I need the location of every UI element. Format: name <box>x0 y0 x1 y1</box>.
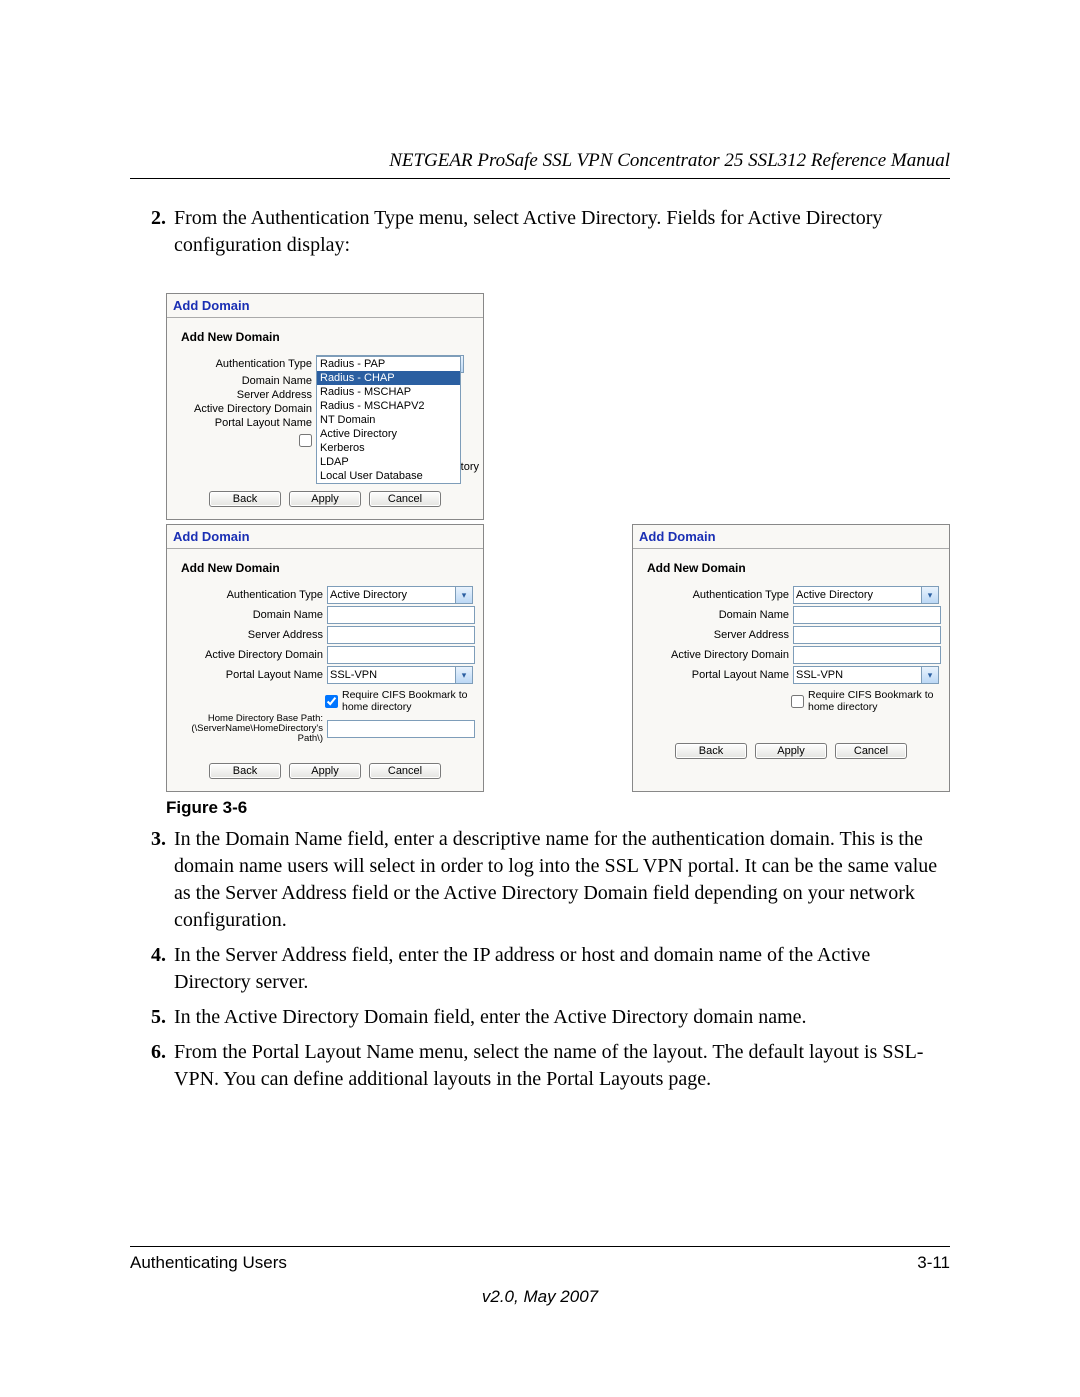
portal-layout-select[interactable]: SSL-VPN ▾ <box>327 666 473 684</box>
domain-name-input[interactable] <box>793 606 941 624</box>
label-domain-name: Domain Name <box>167 375 316 387</box>
panel-a-cifs-checkbox[interactable] <box>299 434 312 447</box>
panel-c: Add Domain Add New Domain Authentication… <box>632 524 950 792</box>
step-3: 3. In the Domain Name field, enter a des… <box>130 826 950 934</box>
chevron-down-icon: ▾ <box>455 667 472 683</box>
panel-b: Add Domain Add New Domain Authentication… <box>166 524 484 792</box>
header-rule <box>130 178 950 179</box>
dropdown-option[interactable]: Local User Database <box>317 469 460 483</box>
figure-3-6: Add Domain Add New Domain Authentication… <box>166 293 950 792</box>
dropdown-option[interactable]: Radius - MSCHAP <box>317 385 460 399</box>
step-5: 5. In the Active Directory Domain field,… <box>130 1004 950 1031</box>
ad-domain-input[interactable] <box>793 646 941 664</box>
auth-type-dropdown[interactable]: Radius - PAP Radius - CHAP Radius - MSCH… <box>316 356 461 484</box>
panel-b-section: Add New Domain <box>167 549 483 585</box>
step-2: 2. From the Authentication Type menu, se… <box>130 205 950 259</box>
label-server-addr: Server Address <box>167 389 316 401</box>
label-ad-domain: Active Directory Domain <box>167 403 316 415</box>
dropdown-option[interactable]: LDAP <box>317 455 460 469</box>
label-server-addr: Server Address <box>633 629 793 641</box>
step-2-text: From the Authentication Type menu, selec… <box>174 205 950 259</box>
portal-layout-select[interactable]: SSL-VPN ▾ <box>793 666 939 684</box>
label-ad-domain: Active Directory Domain <box>167 649 327 661</box>
auth-type-selected: Active Directory <box>796 589 873 601</box>
cifs-label: Require CIFS Bookmark to home directory <box>808 689 943 713</box>
cifs-checkbox[interactable] <box>791 695 804 708</box>
figure-caption: Figure 3-6 <box>166 798 950 818</box>
panel-c-title: Add Domain <box>633 525 949 549</box>
label-home-path: Home Directory Base Path: (\ServerName\H… <box>167 714 327 744</box>
label-ad-domain: Active Directory Domain <box>633 649 793 661</box>
step-3-text: In the Domain Name field, enter a descri… <box>174 826 950 934</box>
label-domain-name: Domain Name <box>167 609 327 621</box>
panel-c-section: Add New Domain <box>633 549 949 585</box>
step-2-number: 2. <box>130 205 174 232</box>
step-6: 6. From the Portal Layout Name menu, sel… <box>130 1039 950 1093</box>
label-portal: Portal Layout Name <box>167 669 327 681</box>
server-address-input[interactable] <box>793 626 941 644</box>
dropdown-option[interactable]: Radius - MSCHAPV2 <box>317 399 460 413</box>
server-address-input[interactable] <box>327 626 475 644</box>
step-4: 4. In the Server Address field, enter th… <box>130 942 950 996</box>
step-5-number: 5. <box>130 1004 174 1031</box>
portal-selected: SSL-VPN <box>796 669 843 681</box>
dropdown-option[interactable]: Radius - CHAP <box>317 371 460 385</box>
running-header: NETGEAR ProSafe SSL VPN Concentrator 25 … <box>130 150 950 172</box>
back-button[interactable]: Back <box>209 491 281 507</box>
label-portal: Portal Layout Name <box>633 669 793 681</box>
label-auth-type: Authentication Type <box>167 589 327 601</box>
dropdown-option[interactable]: NT Domain <box>317 413 460 427</box>
step-3-number: 3. <box>130 826 174 853</box>
apply-button[interactable]: Apply <box>289 491 361 507</box>
chevron-down-icon: ▾ <box>455 587 472 603</box>
step-5-text: In the Active Directory Domain field, en… <box>174 1004 950 1031</box>
label-auth-type: Authentication Type <box>633 589 793 601</box>
dropdown-option[interactable]: Active Directory <box>317 427 460 441</box>
footer-page-number: 3-11 <box>917 1253 950 1273</box>
cifs-label: Require CIFS Bookmark to home directory <box>342 689 477 713</box>
back-button[interactable]: Back <box>675 743 747 759</box>
cancel-button[interactable]: Cancel <box>835 743 907 759</box>
step-6-number: 6. <box>130 1039 174 1066</box>
chevron-down-icon: ▾ <box>921 587 938 603</box>
cancel-button[interactable]: Cancel <box>369 491 441 507</box>
chevron-down-icon: ▾ <box>921 667 938 683</box>
step-4-text: In the Server Address field, enter the I… <box>174 942 950 996</box>
panel-b-title: Add Domain <box>167 525 483 549</box>
apply-button[interactable]: Apply <box>289 763 361 779</box>
footer-version: v2.0, May 2007 <box>130 1287 950 1307</box>
footer-rule <box>130 1246 950 1247</box>
apply-button[interactable]: Apply <box>755 743 827 759</box>
auth-type-select[interactable]: Active Directory ▾ <box>793 586 939 604</box>
page-footer: Authenticating Users 3-11 v2.0, May 2007 <box>130 1246 950 1307</box>
step-4-number: 4. <box>130 942 174 969</box>
label-portal: Portal Layout Name <box>167 417 316 429</box>
ad-domain-input[interactable] <box>327 646 475 664</box>
cifs-checkbox[interactable] <box>325 695 338 708</box>
step-6-text: From the Portal Layout Name menu, select… <box>174 1039 950 1093</box>
panel-a-checkbox-holder <box>167 431 316 450</box>
auth-type-select[interactable]: Active Directory ▾ <box>327 586 473 604</box>
portal-selected: SSL-VPN <box>330 669 377 681</box>
home-path-input[interactable] <box>327 720 475 738</box>
label-auth-type: Authentication Type <box>167 358 316 370</box>
cut-text-fragment: tory <box>461 461 479 473</box>
cancel-button[interactable]: Cancel <box>369 763 441 779</box>
panel-a: Add Domain Add New Domain Authentication… <box>166 293 484 520</box>
footer-section: Authenticating Users <box>130 1253 287 1273</box>
panel-a-section: Add New Domain <box>167 318 483 354</box>
auth-type-selected: Active Directory <box>330 589 407 601</box>
panel-a-title: Add Domain <box>167 294 483 318</box>
domain-name-input[interactable] <box>327 606 475 624</box>
label-server-addr: Server Address <box>167 629 327 641</box>
dropdown-option[interactable]: Kerberos <box>317 441 460 455</box>
back-button[interactable]: Back <box>209 763 281 779</box>
label-domain-name: Domain Name <box>633 609 793 621</box>
dropdown-option[interactable]: Radius - PAP <box>317 357 460 371</box>
